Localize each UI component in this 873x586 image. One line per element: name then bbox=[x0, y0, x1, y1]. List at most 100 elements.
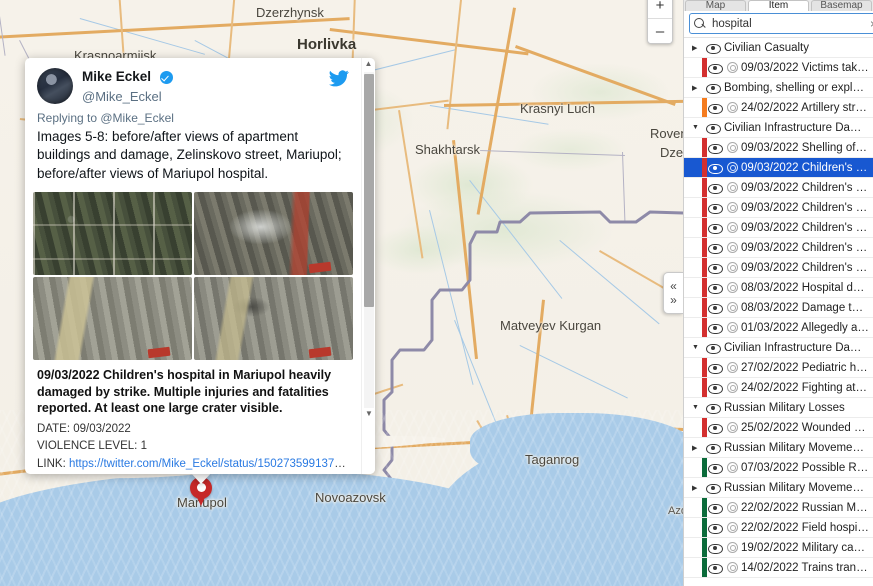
zoom-in-button[interactable]: + bbox=[648, 0, 672, 18]
map-pin-icon[interactable] bbox=[726, 202, 738, 214]
map-pin-icon[interactable] bbox=[726, 182, 738, 194]
layer-item-row[interactable]: 09/03/2022 Children's hos… bbox=[684, 238, 873, 258]
chevron-right-icon[interactable]: ▶ bbox=[692, 84, 703, 92]
map-pin-icon[interactable] bbox=[726, 142, 738, 154]
chevron-down-icon[interactable]: ▼ bbox=[692, 124, 703, 131]
visibility-eye-icon[interactable] bbox=[708, 423, 723, 434]
visibility-eye-icon[interactable] bbox=[706, 343, 721, 354]
layer-item-row[interactable]: 09/03/2022 Children's hos… bbox=[684, 218, 873, 238]
visibility-eye-icon[interactable] bbox=[706, 83, 721, 94]
layer-item-row[interactable]: 01/03/2022 Allegedly a ho… bbox=[684, 318, 873, 338]
layer-item-row[interactable]: 07/03/2022 Possible Russi… bbox=[684, 458, 873, 478]
panel-collapse-controls[interactable]: « » bbox=[663, 272, 683, 314]
layer-item-row[interactable]: 22/02/2022 Russian Militar… bbox=[684, 498, 873, 518]
map-pin-icon[interactable] bbox=[726, 282, 738, 294]
visibility-eye-icon[interactable] bbox=[708, 143, 723, 154]
incident-link[interactable]: https://twitter.com/Mike_Eckel/status/15… bbox=[69, 458, 349, 470]
layer-item-row[interactable]: 09/03/2022 Shelling of hos… bbox=[684, 138, 873, 158]
map-pin-icon[interactable] bbox=[726, 422, 738, 434]
visibility-eye-icon[interactable] bbox=[708, 223, 723, 234]
tab-map[interactable]: Map bbox=[685, 0, 746, 11]
map-pin-icon[interactable] bbox=[726, 562, 738, 574]
layer-item-row[interactable]: 08/03/2022 Hospital destro… bbox=[684, 278, 873, 298]
map-pin-icon[interactable] bbox=[726, 262, 738, 274]
scroll-down-arrow[interactable]: ▼ bbox=[362, 408, 375, 420]
visibility-eye-icon[interactable] bbox=[708, 163, 723, 174]
map-pin-icon[interactable] bbox=[726, 502, 738, 514]
visibility-eye-icon[interactable] bbox=[706, 443, 721, 454]
visibility-eye-icon[interactable] bbox=[708, 283, 723, 294]
visibility-eye-icon[interactable] bbox=[708, 363, 723, 374]
layer-group-row[interactable]: ▶ Civilian Casualty bbox=[684, 38, 873, 58]
map-zoom-controls[interactable]: + – bbox=[647, 0, 673, 44]
layer-item-row[interactable]: 25/02/2022 Wounded russi… bbox=[684, 418, 873, 438]
layer-item-row[interactable]: 19/02/2022 Military camp … bbox=[684, 538, 873, 558]
feature-popup[interactable]: Mike Eckel @Mike_Eckel Replying to @Mike… bbox=[25, 58, 375, 474]
layer-item-row[interactable]: 24/02/2022 Artillery strike … bbox=[684, 98, 873, 118]
layer-item-row-selected[interactable]: 09/03/2022 Children's hos… bbox=[684, 158, 873, 178]
layer-item-row[interactable]: 09/03/2022 Children's hos… bbox=[684, 178, 873, 198]
search-input[interactable] bbox=[710, 16, 868, 31]
visibility-eye-icon[interactable] bbox=[708, 263, 723, 274]
map-pin-icon[interactable] bbox=[726, 362, 738, 374]
visibility-eye-icon[interactable] bbox=[706, 123, 721, 134]
visibility-eye-icon[interactable] bbox=[708, 203, 723, 214]
visibility-eye-icon[interactable] bbox=[708, 503, 723, 514]
visibility-eye-icon[interactable] bbox=[706, 43, 721, 54]
chevron-down-icon[interactable]: ▼ bbox=[692, 404, 703, 411]
layer-item-row[interactable]: 09/03/2022 Children's hos… bbox=[684, 258, 873, 278]
map-pin-icon[interactable] bbox=[726, 302, 738, 314]
popup-scrollbar[interactable]: ▲ ▼ bbox=[361, 58, 375, 474]
layer-group-row[interactable]: ▶ Russian Military Movements Fe… bbox=[684, 478, 873, 498]
map-pin-icon[interactable] bbox=[726, 322, 738, 334]
layer-group-row[interactable]: ▶ Russian Military Movements Ma… bbox=[684, 438, 873, 458]
visibility-eye-icon[interactable] bbox=[708, 563, 723, 574]
layer-group-row[interactable]: ▼ Civilian Infrastructure Damage … bbox=[684, 338, 873, 358]
map-pin-icon[interactable] bbox=[726, 462, 738, 474]
visibility-eye-icon[interactable] bbox=[708, 303, 723, 314]
zoom-out-button[interactable]: – bbox=[648, 18, 672, 43]
layer-item-row[interactable]: 08/03/2022 Damage to ho… bbox=[684, 298, 873, 318]
collapse-prev-icon[interactable]: « bbox=[670, 279, 677, 293]
map-pin-icon[interactable] bbox=[726, 382, 738, 394]
collapse-next-icon[interactable]: » bbox=[670, 293, 677, 307]
map-pin-icon[interactable] bbox=[726, 162, 738, 174]
layer-item-row[interactable]: 09/03/2022 Children's hos… bbox=[684, 198, 873, 218]
layer-item-row[interactable]: 27/02/2022 Pediatric hospi… bbox=[684, 358, 873, 378]
visibility-eye-icon[interactable] bbox=[708, 523, 723, 534]
layer-group-row[interactable]: ▼ Civilian Infrastructure Damage … bbox=[684, 118, 873, 138]
tweet-image-after-damage[interactable] bbox=[194, 191, 353, 275]
visibility-eye-icon[interactable] bbox=[708, 463, 723, 474]
layer-group-row[interactable]: ▼ Russian Military Losses bbox=[684, 398, 873, 418]
map-pin-icon[interactable] bbox=[726, 522, 738, 534]
tab-item[interactable]: Item bbox=[748, 0, 809, 11]
layer-item-row[interactable]: 24/02/2022 Fighting at hos… bbox=[684, 378, 873, 398]
map-pin-icon[interactable] bbox=[726, 222, 738, 234]
tweet-image-after-hospital[interactable] bbox=[194, 276, 353, 360]
tab-basemap[interactable]: Basemap bbox=[811, 0, 872, 11]
visibility-eye-icon[interactable] bbox=[708, 323, 723, 334]
visibility-eye-icon[interactable] bbox=[708, 243, 723, 254]
map-pin-icon[interactable] bbox=[726, 542, 738, 554]
visibility-eye-icon[interactable] bbox=[708, 63, 723, 74]
visibility-eye-icon[interactable] bbox=[708, 383, 723, 394]
chevron-right-icon[interactable]: ▶ bbox=[692, 444, 703, 452]
layer-item-row[interactable]: 22/02/2022 Field hospital … bbox=[684, 518, 873, 538]
scroll-thumb[interactable] bbox=[364, 74, 374, 307]
map-pin-icon[interactable] bbox=[726, 62, 738, 74]
clear-search-icon[interactable]: × bbox=[868, 17, 873, 31]
tweet-image-before-hospital[interactable] bbox=[33, 276, 192, 360]
visibility-eye-icon[interactable] bbox=[708, 543, 723, 554]
visibility-eye-icon[interactable] bbox=[708, 103, 723, 114]
panel-tabs[interactable]: Map Item Basemap bbox=[684, 0, 873, 11]
visibility-eye-icon[interactable] bbox=[706, 403, 721, 414]
layer-item-row[interactable]: 14/02/2022 Trains transpor… bbox=[684, 558, 873, 578]
chevron-down-icon[interactable]: ▼ bbox=[692, 344, 703, 351]
visibility-eye-icon[interactable] bbox=[706, 483, 721, 494]
search-box[interactable]: × bbox=[689, 13, 873, 34]
map-pin-icon[interactable] bbox=[726, 102, 738, 114]
layer-group-row[interactable]: ▶ Bombing, shelling or explosion bbox=[684, 78, 873, 98]
tweet-image-before-apartments[interactable] bbox=[33, 191, 192, 275]
layer-item-row[interactable]: 09/03/2022 Victims taken f… bbox=[684, 58, 873, 78]
chevron-right-icon[interactable]: ▶ bbox=[692, 484, 703, 492]
